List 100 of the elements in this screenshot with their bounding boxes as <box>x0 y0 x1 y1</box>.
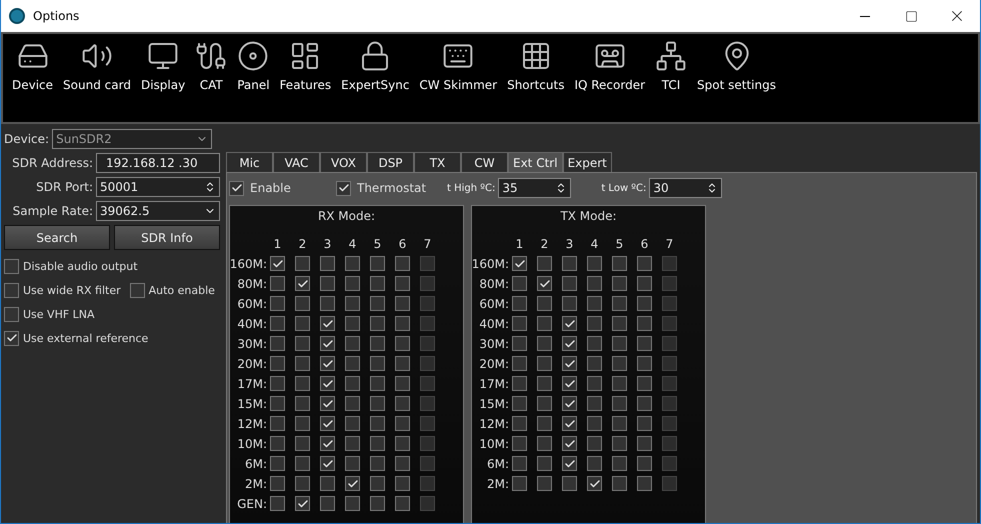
checkbox[interactable] <box>587 256 602 271</box>
tab[interactable]: TX <box>414 152 461 172</box>
checkbox[interactable] <box>295 276 310 291</box>
tab[interactable]: Expert <box>562 152 612 172</box>
checkbox[interactable] <box>562 276 577 291</box>
toolbar-button[interactable]: Spot settings <box>692 40 781 92</box>
checkbox[interactable] <box>336 180 351 196</box>
checkbox[interactable] <box>295 456 310 471</box>
spin-arrows-icon[interactable] <box>204 181 216 193</box>
checkbox[interactable] <box>345 436 360 451</box>
checkbox[interactable] <box>320 336 335 351</box>
temperature-spinbox[interactable]: 35 <box>498 178 572 198</box>
checkbox[interactable] <box>270 296 285 311</box>
port-spinbox[interactable]: 50001 <box>96 177 220 197</box>
tab[interactable]: Ext Ctrl <box>508 152 563 172</box>
checkbox[interactable] <box>612 316 627 331</box>
tab[interactable]: VAC <box>273 152 320 172</box>
checkbox[interactable] <box>270 356 285 371</box>
checkbox[interactable] <box>587 296 602 311</box>
checkbox[interactable] <box>370 496 385 511</box>
checkbox[interactable] <box>345 296 360 311</box>
toolbar-button[interactable]: Shortcuts <box>502 40 570 92</box>
checkbox[interactable] <box>637 376 652 391</box>
checkbox[interactable] <box>270 256 285 271</box>
checkbox[interactable] <box>512 256 527 271</box>
checkbox[interactable] <box>370 356 385 371</box>
address-field[interactable]: 192.168.12 .30 <box>96 153 220 173</box>
tab[interactable]: Mic <box>226 152 273 172</box>
checkbox[interactable] <box>320 416 335 431</box>
checkbox[interactable] <box>370 276 385 291</box>
checkbox[interactable] <box>370 316 385 331</box>
checkbox[interactable] <box>537 476 552 491</box>
checkbox[interactable] <box>270 476 285 491</box>
checkbox[interactable] <box>370 476 385 491</box>
checkbox[interactable] <box>270 416 285 431</box>
checkbox[interactable] <box>562 476 577 491</box>
checkbox[interactable] <box>637 296 652 311</box>
sample-rate-select[interactable]: 39062.5 <box>96 201 220 221</box>
checkbox[interactable] <box>612 436 627 451</box>
toolbar-button[interactable]: IQ Recorder <box>569 40 650 92</box>
checkbox[interactable] <box>295 336 310 351</box>
checkbox[interactable] <box>562 336 577 351</box>
checkbox[interactable] <box>537 276 552 291</box>
checkbox[interactable] <box>537 296 552 311</box>
checkbox[interactable] <box>637 256 652 271</box>
checkbox[interactable] <box>512 396 527 411</box>
checkbox[interactable] <box>562 376 577 391</box>
checkbox[interactable] <box>320 396 335 411</box>
checkbox[interactable] <box>537 396 552 411</box>
checkbox[interactable] <box>537 356 552 371</box>
checkbox[interactable] <box>270 376 285 391</box>
checkbox[interactable] <box>637 356 652 371</box>
checkbox[interactable] <box>345 456 360 471</box>
checkbox[interactable] <box>562 316 577 331</box>
checkbox[interactable] <box>562 256 577 271</box>
checkbox[interactable] <box>345 416 360 431</box>
checkbox[interactable] <box>395 356 410 371</box>
checkbox[interactable] <box>637 476 652 491</box>
checkbox[interactable] <box>345 496 360 511</box>
checkbox[interactable] <box>370 296 385 311</box>
checkbox[interactable] <box>637 276 652 291</box>
checkbox[interactable] <box>295 476 310 491</box>
checkbox[interactable] <box>512 316 527 331</box>
toolbar-button[interactable]: TCI <box>650 40 692 92</box>
checkbox[interactable] <box>345 256 360 271</box>
tab[interactable]: VOX <box>320 152 367 172</box>
toolbar-button[interactable]: Features <box>274 40 336 92</box>
checkbox[interactable] <box>320 496 335 511</box>
checkbox[interactable] <box>395 316 410 331</box>
checkbox[interactable] <box>270 336 285 351</box>
checkbox[interactable] <box>512 376 527 391</box>
checkbox[interactable] <box>587 356 602 371</box>
checkbox[interactable] <box>370 436 385 451</box>
checkbox[interactable] <box>587 436 602 451</box>
checkbox[interactable] <box>4 306 19 322</box>
checkbox[interactable] <box>587 376 602 391</box>
checkbox[interactable] <box>512 276 527 291</box>
checkbox[interactable] <box>320 296 335 311</box>
checkbox[interactable] <box>320 456 335 471</box>
checkbox[interactable] <box>395 496 410 511</box>
checkbox[interactable] <box>612 276 627 291</box>
checkbox[interactable] <box>562 396 577 411</box>
checkbox[interactable] <box>295 316 310 331</box>
checkbox[interactable] <box>295 396 310 411</box>
checkbox[interactable] <box>537 456 552 471</box>
checkbox[interactable] <box>320 316 335 331</box>
checkbox[interactable] <box>130 282 145 298</box>
tab[interactable]: DSP <box>367 152 414 172</box>
checkbox[interactable] <box>537 436 552 451</box>
checkbox[interactable] <box>395 276 410 291</box>
checkbox[interactable] <box>512 416 527 431</box>
search-button[interactable]: Search <box>4 225 110 250</box>
checkbox[interactable] <box>637 316 652 331</box>
checkbox[interactable] <box>612 336 627 351</box>
checkbox[interactable] <box>637 336 652 351</box>
checkbox[interactable] <box>395 456 410 471</box>
checkbox[interactable] <box>587 416 602 431</box>
checkbox[interactable] <box>270 276 285 291</box>
checkbox[interactable] <box>320 256 335 271</box>
checkbox[interactable] <box>345 276 360 291</box>
